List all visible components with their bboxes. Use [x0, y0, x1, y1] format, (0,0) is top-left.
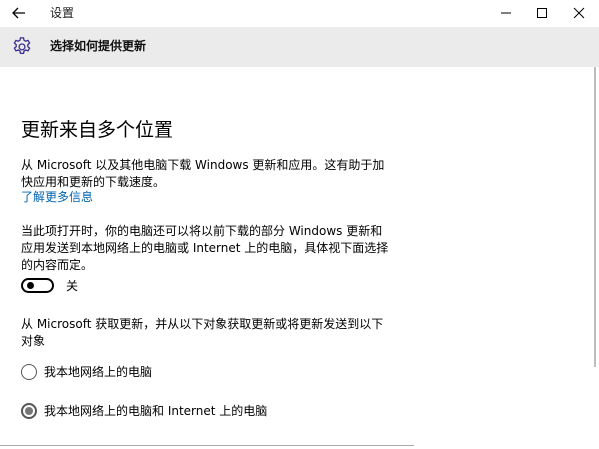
radio-label: 我本地网络上的电脑和 Internet 上的电脑 — [44, 404, 268, 418]
delivery-toggle[interactable] — [21, 278, 54, 293]
option-local-network[interactable]: 我本地网络上的电脑 — [21, 363, 152, 381]
maximize-icon — [537, 8, 547, 18]
close-icon — [573, 7, 585, 19]
option-local-network-and-internet[interactable]: 我本地网络上的电脑和 Internet 上的电脑 — [21, 402, 267, 420]
radio-button[interactable] — [21, 364, 37, 380]
back-arrow-icon — [12, 7, 25, 19]
settings-window: 设置 选择如何提供更新 更新来自多个位置 从 Microsoft 以及其他电脑下… — [0, 0, 599, 449]
toggle-knob — [27, 282, 34, 289]
close-button[interactable] — [561, 0, 597, 26]
minimize-icon — [501, 12, 511, 14]
title-bar: 设置 — [0, 0, 599, 27]
description-text: 从 Microsoft 以及其他电脑下载 Windows 更新和应用。这有助于加… — [21, 158, 385, 189]
divider — [0, 445, 414, 446]
radio-button-selected[interactable] — [21, 403, 37, 419]
toggle-state-label: 关 — [66, 279, 79, 293]
page-title: 选择如何提供更新 — [50, 39, 147, 53]
maximize-button[interactable] — [524, 0, 560, 26]
scrollbar[interactable] — [594, 67, 596, 367]
options-description: 从 Microsoft 获取更新，并从以下对象获取更新或将更新发送到以下对象 — [21, 317, 384, 348]
learn-more-link[interactable]: 了解更多信息 — [21, 189, 93, 205]
section-title: 更新来自多个位置 — [21, 119, 174, 141]
gear-icon — [13, 37, 31, 55]
minimize-button[interactable] — [488, 0, 524, 26]
radio-label: 我本地网络上的电脑 — [44, 365, 153, 379]
app-title: 设置 — [50, 6, 75, 20]
toggle-description: 当此项打开时，你的电脑还可以将以前下载的部分 Windows 更新和应用发送到本… — [21, 224, 389, 272]
main-content: 更新来自多个位置 从 Microsoft 以及其他电脑下载 Windows 更新… — [21, 67, 591, 449]
back-button[interactable] — [8, 3, 30, 23]
page-header: 选择如何提供更新 — [0, 27, 599, 67]
